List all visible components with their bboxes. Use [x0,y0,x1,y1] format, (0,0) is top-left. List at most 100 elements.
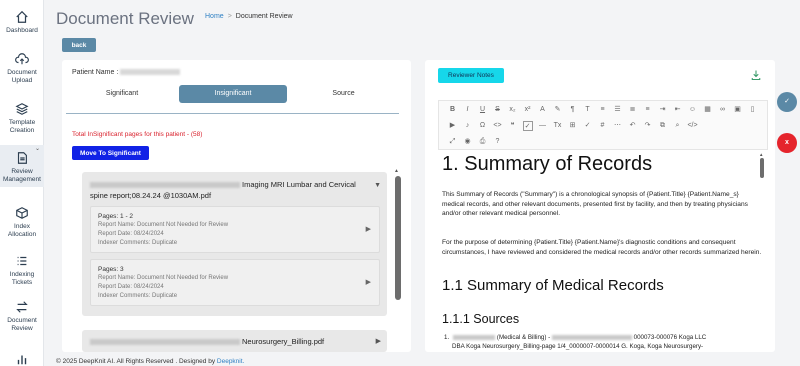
editor-toolbar: B I U S x₂ x² A ✎ ¶ T ≡ ☰ ≣ ≡ ⇥ ⇤ ☺ ▦ ∞ … [438,100,768,150]
tab-insignificant[interactable]: Insignificant [179,85,287,103]
sidebar-item-review-management[interactable]: ⌄ Review Management [0,145,44,187]
document-title[interactable]: Imaging MRI Lumbar and Cervical spine re… [90,179,370,201]
tab-source[interactable]: Source [288,85,399,103]
document-icon [17,152,27,164]
file-icon[interactable]: ▯ [745,105,760,115]
sidebar-item-label: Review Management [3,168,41,183]
redacted-text [90,182,240,189]
home-icon [16,10,28,23]
spell-check-icon[interactable]: ✓ [580,121,595,131]
scroll-up-icon[interactable]: ▲ [394,168,399,174]
sidebar-item-document-upload[interactable]: Document Upload [0,52,44,85]
scroll-up-icon[interactable]: ▲ [759,152,763,157]
outdent-icon[interactable]: ⇤ [670,105,685,115]
symbol-icon[interactable]: Ω [475,121,490,131]
select-all-icon[interactable]: ⊞ [565,121,580,131]
checkbox-icon[interactable]: ✓ [522,121,533,131]
download-icon[interactable] [750,69,762,81]
italic-icon[interactable]: I [460,105,475,115]
document-title[interactable]: Neurosurgery_Billing.pdf [90,336,370,347]
redacted-text [551,334,632,340]
page-entry[interactable]: Pages: 3 Report Name: Document Not Neede… [90,259,380,306]
table-icon[interactable]: ▦ [700,105,715,115]
sidebar-item-index-allocation[interactable]: Index Allocation [0,206,44,239]
sidebar-item-indexing-tickets[interactable]: Indexing Tickets [0,254,44,287]
sidebar-item-dashboard[interactable]: Dashboard [0,10,44,35]
code-icon[interactable]: <> [490,121,505,131]
copy-icon[interactable]: ⧉ [655,121,670,131]
video-icon[interactable]: ▶ [445,121,460,131]
move-to-significant-button[interactable]: Move To Significant [72,146,149,160]
audio-icon[interactable]: ♪ [460,121,475,131]
sidebar-item-label: Document Upload [7,69,37,84]
paragraph-icon[interactable]: ¶ [565,105,580,115]
editor-paragraph: For the purpose of determining {Patient.… [442,239,762,256]
strikethrough-icon[interactable]: S [490,105,505,115]
chevron-right-icon[interactable]: ▶ [366,278,371,286]
page-entry[interactable]: Pages: 1 - 2 Report Name: Document Not N… [90,206,380,253]
source-code-icon[interactable]: </> [685,121,700,131]
chevron-down-icon[interactable]: ⌄ [35,145,40,153]
list-item: Neurosurgery_Billing.pdf ▶ [82,330,387,352]
sidebar-item-label: Document Review [7,317,37,332]
emoji-icon[interactable]: ☺ [685,105,700,115]
chevron-right-icon[interactable]: ▶ [376,337,381,345]
sidebar-item-reports[interactable] [0,352,44,366]
sidebar-item-label: Template Creation [8,119,36,134]
image-icon[interactable]: ▣ [730,105,745,115]
report-date: Report Date: 08/24/2024 [98,231,164,237]
patient-name: Patient Name : [72,69,181,76]
font-size-icon[interactable]: T [580,105,595,115]
chevron-down-icon[interactable]: ▼ [374,182,381,189]
undo-icon[interactable]: ↶ [625,121,640,131]
more-icon[interactable]: ⋯ [610,121,625,131]
check-icon: ✓ [784,98,790,105]
page-range: Pages: 1 - 2 [98,213,134,220]
font-color-icon[interactable]: A [535,105,550,115]
superscript-icon[interactable]: x² [520,105,535,115]
help-icon[interactable]: ? [490,137,505,147]
editor-paragraph: This Summary of Records ("Summary") is a… [442,191,748,217]
clear-format-icon[interactable]: Tx [550,121,565,131]
scrollbar[interactable]: ▲ [394,168,401,352]
back-button[interactable]: back [62,38,96,52]
sidebar-item-label: Indexing Tickets [9,271,35,286]
link-icon[interactable]: ∞ [715,105,730,115]
bold-icon[interactable]: B [445,105,460,115]
indent-icon[interactable]: ⇥ [655,105,670,115]
sidebar-item-template-creation[interactable]: Template Creation [0,102,44,135]
horizontal-rule-icon[interactable]: — [535,121,550,131]
preview-icon[interactable]: ◉ [460,137,475,147]
find-icon[interactable]: ⌕ [670,121,685,131]
bullet-list-icon[interactable]: ≡ [595,105,610,115]
align-center-icon[interactable]: ≡ [640,105,655,115]
rich-text-editor[interactable]: 1. Summary of Records This Summary of Re… [438,152,768,352]
print-icon[interactable]: ⎙ [475,137,490,147]
special-char-icon[interactable]: # [595,121,610,131]
tab-significant[interactable]: Significant [66,85,178,103]
reject-button[interactable]: x [777,133,797,153]
reviewer-notes-button[interactable]: Reviewer Notes [438,68,504,83]
scrollbar-thumb[interactable] [760,158,764,178]
fullscreen-icon[interactable]: ⤢ [445,137,460,147]
breadcrumb-home-link[interactable]: Home [205,13,224,20]
bullet-icon: 1. [444,334,450,341]
chevron-right-icon[interactable]: ▶ [366,225,371,233]
sidebar-item-document-review[interactable]: Document Review [0,300,44,333]
underline-icon[interactable]: U [475,105,490,115]
redo-icon[interactable]: ↷ [640,121,655,131]
footer-text: © 2025 DeepKnit AI. All Rights Reserved … [56,358,216,365]
numbered-list-icon[interactable]: ☰ [610,105,625,115]
align-left-icon[interactable]: ≣ [625,105,640,115]
indexer-comments: Indexer Comments: Duplicate [98,240,178,246]
breadcrumb-current: Document Review [235,13,293,20]
bar-chart-icon [17,355,27,365]
scrollbar-thumb[interactable] [395,176,401,300]
report-name: Report Name: Document Not Needed for Rev… [98,275,229,281]
footer: © 2025 DeepKnit AI. All Rights Reserved … [56,358,244,365]
footer-link[interactable]: Deepknit. [217,358,244,365]
subscript-icon[interactable]: x₂ [505,105,520,115]
highlight-icon[interactable]: ✎ [550,105,565,115]
quote-icon[interactable]: ❝ [505,121,520,131]
approve-button[interactable]: ✓ [777,92,797,112]
